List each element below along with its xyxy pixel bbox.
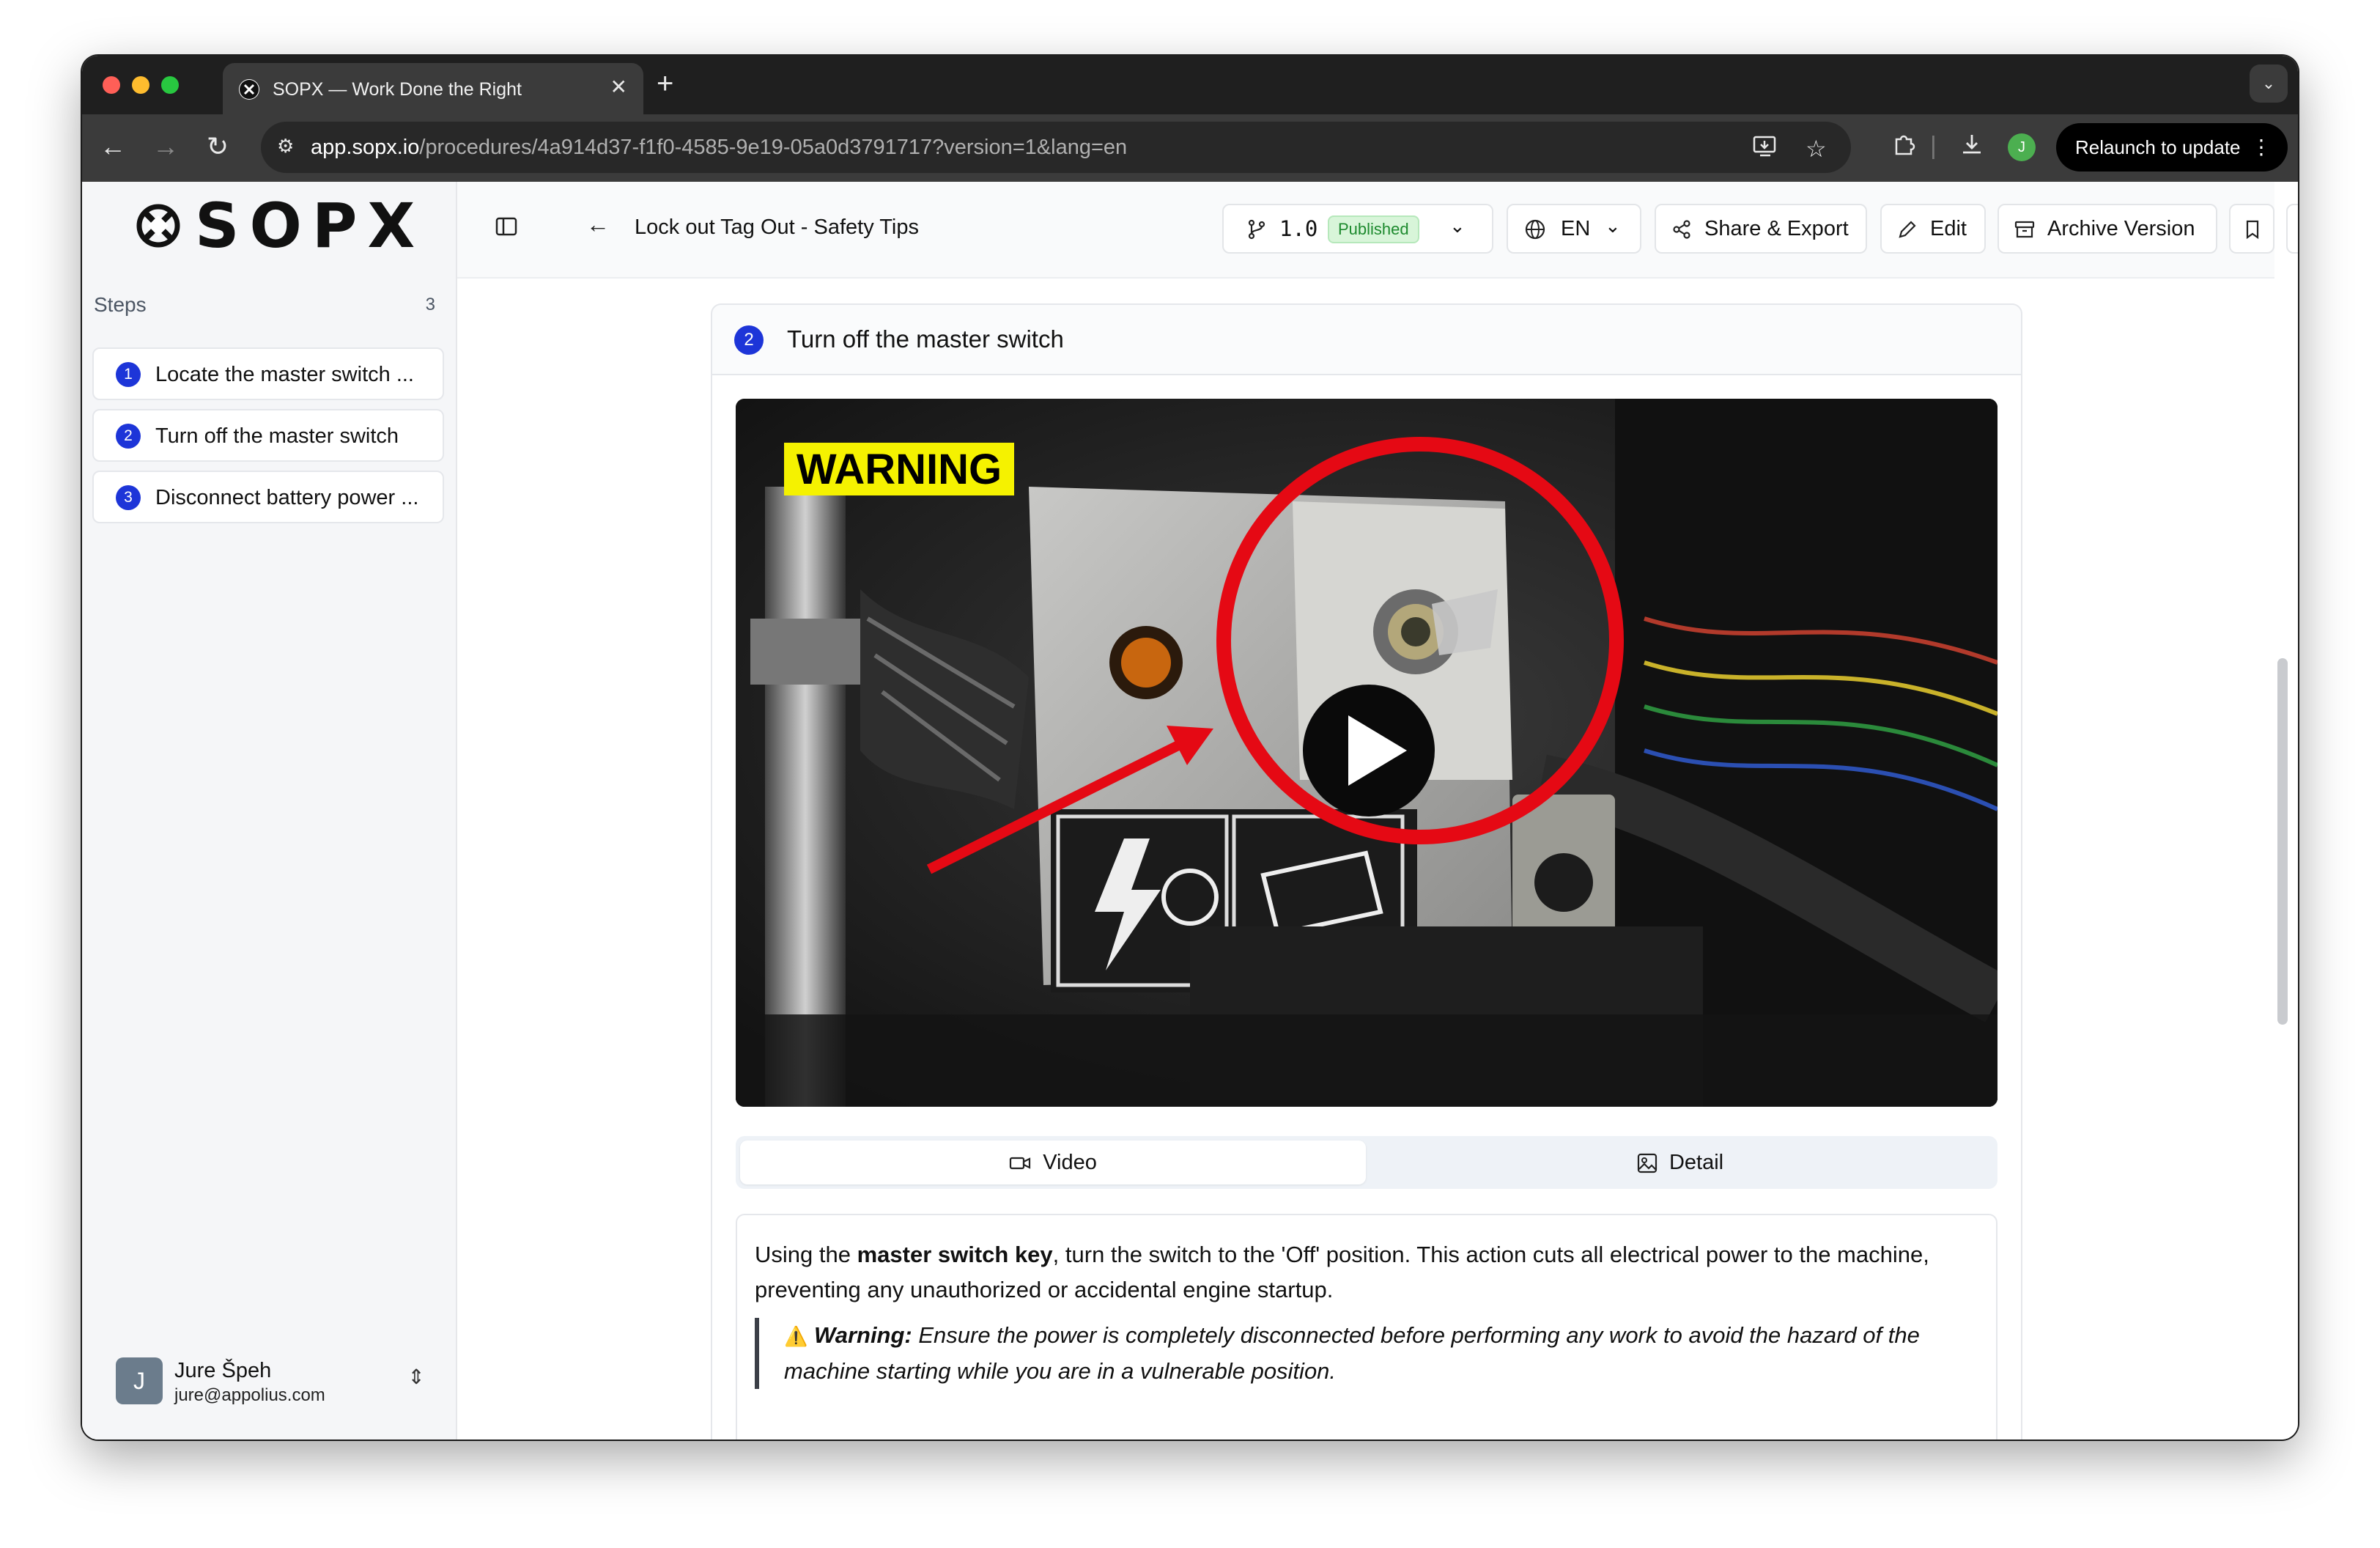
procedure-header: ← Lock out Tag Out - Safety Tips 1.0 Pub… xyxy=(457,182,2298,279)
bookmark-button[interactable] xyxy=(2229,204,2274,254)
language-code: EN xyxy=(1561,217,1591,240)
step-description: Using the master switch key, turn the sw… xyxy=(736,1214,1998,1440)
step-number-badge: 1 xyxy=(116,362,141,387)
chevron-down-icon: ⌄ xyxy=(1605,215,1621,237)
tab-title: SOPX — Work Done the Right xyxy=(273,79,522,100)
sidebar-toggle-icon[interactable] xyxy=(495,215,517,243)
step-label: Disconnect battery power ... xyxy=(155,486,419,509)
sidebar: SOPX Steps 3 1 Locate the master switch … xyxy=(82,182,457,1440)
step-number-badge: 2 xyxy=(734,325,764,355)
profile-avatar[interactable]: J xyxy=(2008,133,2036,161)
maximize-window-button[interactable] xyxy=(161,76,179,94)
archive-label: Archive Version xyxy=(2047,217,2195,240)
warning-callout: ⚠️ Warning: Ensure the power is complete… xyxy=(755,1318,1971,1389)
step-title: Turn off the master switch xyxy=(787,325,1064,353)
tab-search-chevron-icon[interactable]: ⌄ xyxy=(2250,64,2288,103)
share-icon xyxy=(1671,205,1693,252)
forward-arrow-icon[interactable]: → xyxy=(152,130,179,163)
steps-count: 3 xyxy=(425,295,435,314)
more-options-button[interactable]: ⋯ xyxy=(2286,204,2298,254)
archive-icon xyxy=(2014,205,2036,252)
new-tab-icon[interactable]: + xyxy=(657,67,673,100)
browser-tab[interactable]: SOPX — Work Done the Right ✕ xyxy=(223,63,643,114)
language-selector[interactable]: EN ⌄ xyxy=(1507,204,1641,254)
video-camera-icon xyxy=(1009,1151,1043,1174)
back-arrow-icon[interactable]: ← xyxy=(586,211,610,238)
app-root: SOPX Steps 3 1 Locate the master switch … xyxy=(82,182,2298,1440)
description-text: Using the master switch key, turn the sw… xyxy=(755,1242,1929,1302)
procedure-title: Lock out Tag Out - Safety Tips xyxy=(635,215,919,239)
step-card-header: 2 Turn off the master switch xyxy=(711,303,2022,374)
close-window-button[interactable] xyxy=(103,76,120,94)
more-vertical-icon: ⋮ xyxy=(2251,136,2272,158)
sidebar-step-3[interactable]: 3 Disconnect battery power ... xyxy=(92,471,444,523)
site-info-icon[interactable]: ⚙ xyxy=(277,135,299,157)
browser-window: SOPX — Work Done the Right ✕ + ⌄ ← → ↻ ⚙… xyxy=(82,56,2298,1440)
browser-toolbar: ← → ↻ ⚙ app.sopx.io/procedures/4a914d37-… xyxy=(82,114,2298,182)
step-number-badge: 2 xyxy=(116,424,141,449)
bookmark-icon xyxy=(2242,205,2263,252)
media-tabs: Video Detail xyxy=(736,1136,1998,1189)
vertical-scrollbar[interactable] xyxy=(2277,658,2288,1025)
sopx-logo-icon xyxy=(136,204,180,248)
user-email: jure@appolius.com xyxy=(174,1385,325,1405)
extensions-puzzle-icon[interactable] xyxy=(1892,132,1917,163)
address-bar[interactable]: ⚙ app.sopx.io/procedures/4a914d37-f1f0-4… xyxy=(261,122,1851,173)
step-label: Turn off the master switch xyxy=(155,424,399,448)
warning-label: Warning: xyxy=(814,1322,912,1348)
video-warning-label: WARNING xyxy=(797,446,1002,493)
logo-text: SOPX xyxy=(195,190,426,262)
install-app-icon[interactable] xyxy=(1753,135,1778,164)
version-selector[interactable]: 1.0 Published ⌄ xyxy=(1222,204,1493,254)
chevron-up-down-icon: ⇕ xyxy=(407,1365,425,1388)
back-arrow-icon[interactable]: ← xyxy=(100,130,126,163)
archive-version-button[interactable]: Archive Version xyxy=(1998,204,2217,254)
tab-video-label: Video xyxy=(1043,1151,1097,1174)
user-avatar: J xyxy=(116,1357,163,1404)
step-number-badge: 3 xyxy=(116,485,141,510)
tab-video[interactable]: Video xyxy=(740,1140,1366,1184)
share-export-button[interactable]: Share & Export xyxy=(1655,204,1867,254)
user-name: Jure Špeh xyxy=(174,1359,272,1382)
sidebar-step-2[interactable]: 2 Turn off the master switch xyxy=(92,409,444,462)
share-label: Share & Export xyxy=(1704,217,1849,240)
relaunch-to-update-button[interactable]: Relaunch to update ⋮ xyxy=(2056,123,2288,172)
tab-close-icon[interactable]: ✕ xyxy=(610,75,627,99)
video-play-button[interactable] xyxy=(1303,685,1435,817)
description-bold-term: master switch key xyxy=(857,1242,1053,1267)
git-branch-icon xyxy=(1246,205,1268,252)
sopx-favicon-icon xyxy=(239,79,259,100)
edit-label: Edit xyxy=(1930,217,1967,240)
reload-icon[interactable]: ↻ xyxy=(207,130,229,163)
sidebar-step-1[interactable]: 1 Locate the master switch ... xyxy=(92,347,444,400)
downloads-icon[interactable] xyxy=(1959,132,1984,163)
step-label: Locate the master switch ... xyxy=(155,363,414,386)
bookmark-star-icon[interactable]: ☆ xyxy=(1806,135,1827,163)
globe-icon xyxy=(1524,205,1546,252)
chevron-down-icon: ⌄ xyxy=(1449,215,1466,237)
pencil-icon xyxy=(1896,205,1918,252)
steps-label: Steps xyxy=(94,293,147,316)
sopx-logo[interactable]: SOPX xyxy=(135,190,425,262)
version-number: 1.0 xyxy=(1279,216,1318,241)
user-menu[interactable]: J Jure Špeh jure@appolius.com ⇕ xyxy=(116,1354,438,1413)
toolbar-divider: | xyxy=(1930,132,1937,160)
edit-button[interactable]: Edit xyxy=(1880,204,1986,254)
tab-detail[interactable]: Detail xyxy=(1367,1140,1993,1184)
tab-detail-label: Detail xyxy=(1668,1151,1724,1174)
published-badge: Published xyxy=(1328,215,1419,244)
image-icon xyxy=(1637,1151,1669,1174)
minimize-window-button[interactable] xyxy=(132,76,149,94)
url-text: app.sopx.io/procedures/4a914d37-f1f0-458… xyxy=(311,136,1128,159)
tab-strip: SOPX — Work Done the Right ✕ + ⌄ xyxy=(82,56,2298,114)
warning-text: Ensure the power is completely disconnec… xyxy=(784,1322,1920,1384)
step-video[interactable]: WARNING xyxy=(736,399,1998,1107)
steps-header: Steps 3 xyxy=(94,293,435,317)
warning-icon: ⚠️ xyxy=(784,1325,808,1347)
